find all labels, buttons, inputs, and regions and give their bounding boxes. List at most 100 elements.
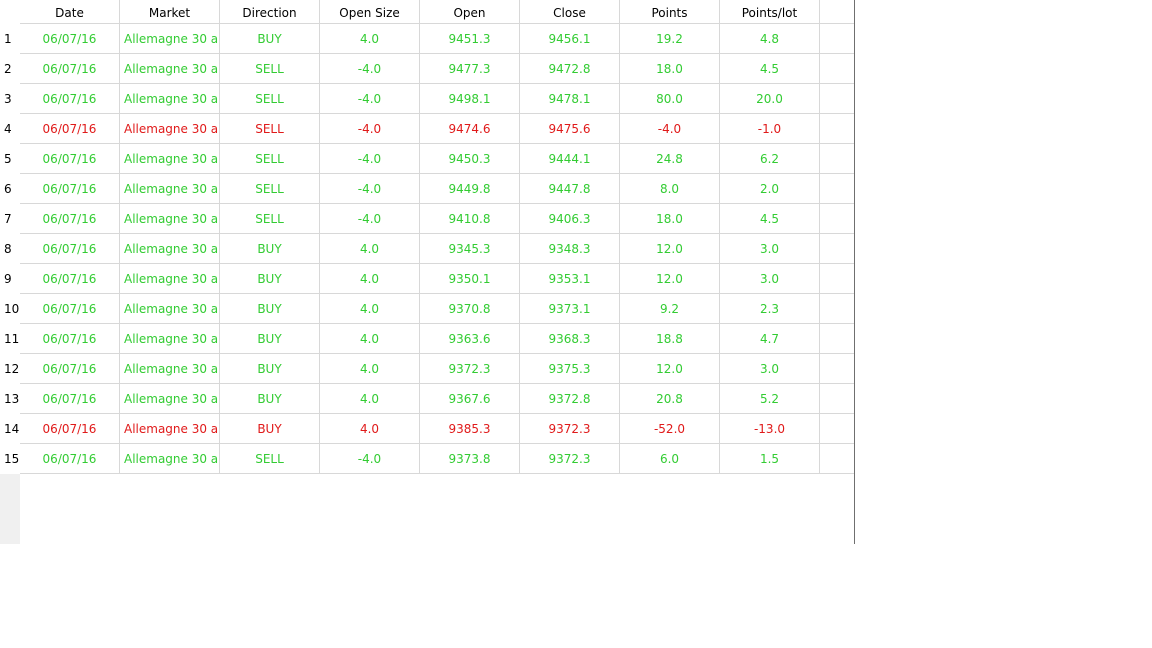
cell-points[interactable]: 12.0 [620,354,720,384]
cell-direction[interactable]: SELL [220,114,320,144]
cell-open-size[interactable]: 4.0 [320,294,420,324]
cell-direction[interactable]: SELL [220,84,320,114]
cell-open-size[interactable]: -4.0 [320,54,420,84]
cell-date[interactable]: 06/07/16 [20,114,120,144]
cell-profit[interactable] [820,264,854,294]
cell-market[interactable]: Allemagne 30 a... [120,84,220,114]
cell-open[interactable]: 9370.8 [420,294,520,324]
cell-points[interactable]: 80.0 [620,84,720,114]
cell-close[interactable]: 9372.8 [520,384,620,414]
cell-profit[interactable] [820,204,854,234]
column-header-close[interactable]: Close [520,0,620,24]
cell-open-size[interactable]: 4.0 [320,324,420,354]
row-number[interactable]: 14 [0,414,20,444]
cell-market[interactable]: Allemagne 30 a... [120,294,220,324]
cell-open[interactable]: 9449.8 [420,174,520,204]
cell-points-per-lot[interactable]: 4.8 [720,24,820,54]
cell-points[interactable]: -52.0 [620,414,720,444]
cell-points-per-lot[interactable]: 3.0 [720,234,820,264]
row-number[interactable]: 12 [0,354,20,384]
column-header-profit[interactable]: Pr [820,0,854,24]
cell-market[interactable]: Allemagne 30 a... [120,204,220,234]
cell-close[interactable]: 9372.3 [520,414,620,444]
column-header-open[interactable]: Open [420,0,520,24]
cell-open[interactable]: 9474.6 [420,114,520,144]
cell-open[interactable]: 9477.3 [420,54,520,84]
cell-points[interactable]: 8.0 [620,174,720,204]
cell-points[interactable]: 6.0 [620,444,720,474]
cell-profit[interactable] [820,114,854,144]
table-row[interactable]: 06/07/16 Allemagne 30 a... BUY 4.0 9363.6 936… [20,324,854,354]
cell-date[interactable]: 06/07/16 [20,54,120,84]
cell-profit[interactable] [820,54,854,84]
table-row[interactable]: 06/07/16 Allemagne 30 a... SELL -4.0 9410.8 9… [20,204,854,234]
cell-profit[interactable] [820,384,854,414]
cell-points-per-lot[interactable]: 3.0 [720,264,820,294]
cell-direction[interactable]: SELL [220,54,320,84]
column-header-points-per-lot[interactable]: Points/lot [720,0,820,24]
table-row[interactable]: 06/07/16 Allemagne 30 a... BUY 4.0 9345.3 934… [20,234,854,264]
cell-open-size[interactable]: 4.0 [320,384,420,414]
table-row[interactable]: 06/07/16 Allemagne 30 a... SELL -4.0 9498.1 9… [20,84,854,114]
cell-market[interactable]: Allemagne 30 a... [120,114,220,144]
cell-open-size[interactable]: 4.0 [320,414,420,444]
cell-market[interactable]: Allemagne 30 a... [120,144,220,174]
cell-date[interactable]: 06/07/16 [20,234,120,264]
row-number[interactable]: 4 [0,114,20,144]
cell-points-per-lot[interactable]: 2.0 [720,174,820,204]
cell-close[interactable]: 9472.8 [520,54,620,84]
table-row[interactable]: 06/07/16 Allemagne 30 a... BUY 4.0 9451.3 945… [20,24,854,54]
cell-profit[interactable] [820,324,854,354]
cell-points[interactable]: 18.0 [620,54,720,84]
cell-direction[interactable]: BUY [220,384,320,414]
cell-direction[interactable]: SELL [220,174,320,204]
table-row[interactable]: 06/07/16 Allemagne 30 a... SELL -4.0 9450.3 9… [20,144,854,174]
cell-direction[interactable]: BUY [220,24,320,54]
cell-direction[interactable]: BUY [220,354,320,384]
cell-open[interactable]: 9373.8 [420,444,520,474]
cell-direction[interactable]: SELL [220,444,320,474]
column-header-direction[interactable]: Direction [220,0,320,24]
cell-points-per-lot[interactable]: 1.5 [720,444,820,474]
cell-date[interactable]: 06/07/16 [20,84,120,114]
cell-direction[interactable]: BUY [220,414,320,444]
cell-direction[interactable]: BUY [220,324,320,354]
cell-points[interactable]: 24.8 [620,144,720,174]
cell-profit[interactable] [820,444,854,474]
cell-close[interactable]: 9478.1 [520,84,620,114]
cell-points[interactable]: -4.0 [620,114,720,144]
cell-points-per-lot[interactable]: 6.2 [720,144,820,174]
cell-profit[interactable] [820,294,854,324]
row-number[interactable]: 3 [0,84,20,114]
cell-points-per-lot[interactable]: 4.5 [720,54,820,84]
row-number[interactable]: 11 [0,324,20,354]
cell-profit[interactable] [820,144,854,174]
cell-date[interactable]: 06/07/16 [20,324,120,354]
cell-open-size[interactable]: -4.0 [320,84,420,114]
cell-market[interactable]: Allemagne 30 a... [120,24,220,54]
cell-open[interactable]: 9350.1 [420,264,520,294]
cell-direction[interactable]: SELL [220,204,320,234]
cell-profit[interactable]: - [820,414,854,444]
table-row[interactable]: 06/07/16 Allemagne 30 a... BUY 4.0 9385.3 937… [20,414,854,444]
cell-open[interactable]: 9367.6 [420,384,520,414]
cell-profit[interactable] [820,174,854,204]
cell-open[interactable]: 9410.8 [420,204,520,234]
cell-points-per-lot[interactable]: -1.0 [720,114,820,144]
cell-date[interactable]: 06/07/16 [20,144,120,174]
cell-open[interactable]: 9363.6 [420,324,520,354]
cell-date[interactable]: 06/07/16 [20,264,120,294]
cell-market[interactable]: Allemagne 30 a... [120,324,220,354]
cell-market[interactable]: Allemagne 30 a... [120,384,220,414]
table-row[interactable]: 06/07/16 Allemagne 30 a... BUY 4.0 9367.6 937… [20,384,854,414]
column-header-open-size[interactable]: Open Size [320,0,420,24]
cell-points-per-lot[interactable]: -13.0 [720,414,820,444]
cell-points[interactable]: 18.8 [620,324,720,354]
cell-close[interactable]: 9373.1 [520,294,620,324]
table-row[interactable]: 06/07/16 Allemagne 30 a... SELL -4.0 9477.3 9… [20,54,854,84]
cell-points-per-lot[interactable]: 5.2 [720,384,820,414]
cell-points-per-lot[interactable]: 2.3 [720,294,820,324]
table-row[interactable]: 06/07/16 Allemagne 30 a... BUY 4.0 9350.1 935… [20,264,854,294]
cell-direction[interactable]: BUY [220,294,320,324]
cell-open[interactable]: 9450.3 [420,144,520,174]
